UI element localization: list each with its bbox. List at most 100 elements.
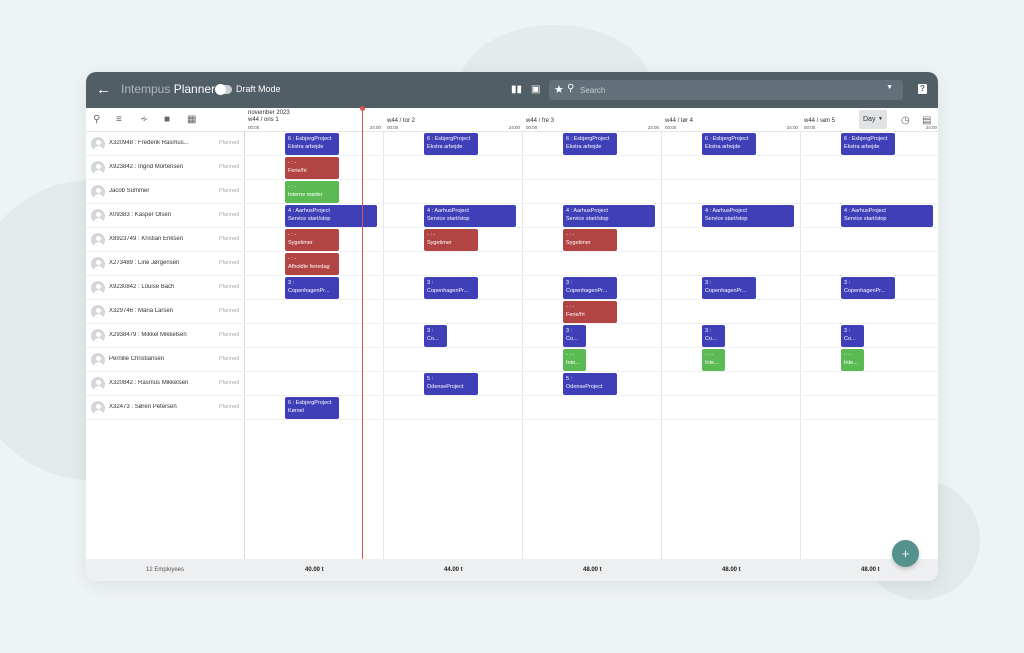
employee-name: X923842 : Ingrid Mortensen	[109, 164, 184, 170]
filter-icon[interactable]: ∻	[140, 114, 148, 126]
list-icon[interactable]: ≡	[116, 114, 122, 126]
avatar-icon	[91, 401, 105, 415]
shift-project: - : -	[288, 232, 297, 238]
chevron-down-icon[interactable]: ▼	[886, 84, 893, 91]
day-start-time: 00:00	[248, 125, 260, 130]
shift-block[interactable]: 3 : CopenhagenPr...	[285, 277, 339, 299]
shift-activity: Ekstra arbejde	[427, 144, 463, 150]
top-bar: ← Intempus Planner Draft Mode ▮▮ ▣ ★ ⚲ ▼…	[86, 72, 938, 108]
shift-block[interactable]: 6 : EsbjergProject Ekstra arbejde	[563, 133, 617, 155]
schedule-grid: X320948 : Frederik Rasmus... Planned X9238…	[86, 132, 938, 559]
shift-block[interactable]: - : - Interne møder	[285, 181, 339, 203]
shift-block[interactable]: 6 : EsbjergProject Kørsel	[285, 397, 339, 419]
shift-project: - : -	[427, 232, 436, 238]
day-start-time: 00:00	[387, 125, 399, 130]
shift-block[interactable]: 6 : EsbjergProject Ekstra arbejde	[285, 133, 339, 155]
employee-row[interactable]: X923842 : Ingrid Mortensen Planned	[86, 156, 938, 180]
help-icon[interactable]: ?	[918, 84, 927, 94]
search-bar[interactable]: ★ ⚲ ▼	[549, 80, 903, 100]
employee-row[interactable]: Jacob Summer Planned	[86, 180, 938, 204]
shift-block[interactable]: - : - Ferie/fri	[285, 157, 339, 179]
avatar-icon	[91, 137, 105, 151]
shift-block[interactable]: 3 : CopenhagenPr...	[563, 277, 617, 299]
employee-row[interactable]: X9230842 : Louise Bach Planned	[86, 276, 938, 300]
shift-block[interactable]: 3 : Co...	[702, 325, 725, 347]
employee-row[interactable]: X320948 : Frederik Rasmus... Planned	[86, 132, 938, 156]
back-arrow-icon[interactable]: ←	[96, 81, 111, 99]
calendar-icon[interactable]: ▦	[187, 114, 196, 126]
shift-block[interactable]: 3 : Co...	[841, 325, 864, 347]
shift-activity: Ekstra arbejde	[566, 144, 602, 150]
employee-name: X09383 : Kasper Olsen	[109, 212, 172, 218]
search-icon: ⚲	[567, 83, 575, 94]
shift-block[interactable]: 6 : EsbjergProject Ekstra arbejde	[424, 133, 478, 155]
shift-activity: Inte...	[844, 360, 858, 366]
shift-project: 5 :	[566, 376, 573, 382]
avatar-icon	[91, 209, 105, 223]
shift-project: 3 :	[566, 280, 573, 286]
avatar-icon	[91, 329, 105, 343]
clock-icon[interactable]: ◷	[901, 115, 910, 127]
employee-row[interactable]: X2938479 : Mikkel Mikkelsen Planned	[86, 324, 938, 348]
employee-status: Planned	[219, 356, 240, 362]
employee-row[interactable]: Pernille Christiansen Planned	[86, 348, 938, 372]
day-total-hours: 48.00 t	[722, 567, 741, 573]
shift-block[interactable]: 4 : AarhusProject Service start/stop	[285, 205, 377, 227]
shift-block[interactable]: 4 : AarhusProject Service start/stop	[563, 205, 655, 227]
shift-activity: Co...	[844, 336, 856, 342]
shift-block[interactable]: 3 : CopenhagenPr...	[424, 277, 478, 299]
shift-activity: Inte...	[566, 360, 580, 366]
employee-row[interactable]: X8923749 : Kristian Eriksen Planned	[86, 228, 938, 252]
shift-block[interactable]: - : - Sygetimer	[285, 229, 339, 251]
employee-row[interactable]: X320842 : Rasmus Mikkelsen Planned	[86, 372, 938, 396]
shift-block[interactable]: - : - Inte...	[563, 349, 586, 371]
employee-row[interactable]: X32473 : Søren Petersen Planned	[86, 396, 938, 420]
star-icon[interactable]: ★	[554, 83, 564, 96]
day-header: november 2023 w44 / ons 1 00:00 24:00	[245, 108, 384, 132]
employee-status: Planned	[219, 332, 240, 338]
shift-block[interactable]: - : - Sygetimer	[424, 229, 478, 251]
shift-block[interactable]: - : - Inte...	[702, 349, 725, 371]
shift-block[interactable]: 5 : OdenseProject	[563, 373, 617, 395]
shift-block[interactable]: 3 : Co...	[424, 325, 447, 347]
shift-activity: Service start/stop	[427, 216, 470, 222]
shift-project: 4 : AarhusProject	[427, 208, 469, 214]
shift-block[interactable]: 6 : EsbjergProject Ekstra arbejde	[702, 133, 756, 155]
draft-mode-toggle[interactable]	[215, 84, 232, 95]
employee-row[interactable]: X273489 : Line Jørgensen Planned	[86, 252, 938, 276]
shift-block[interactable]: 3 : Co...	[563, 325, 586, 347]
shift-block[interactable]: 3 : CopenhagenPr...	[841, 277, 895, 299]
shift-block[interactable]: 3 : CopenhagenPr...	[702, 277, 756, 299]
shift-block[interactable]: - : - Inte...	[841, 349, 864, 371]
employee-row[interactable]: X329746 : Maria Larsen Planned	[86, 300, 938, 324]
add-button[interactable]: +	[892, 540, 919, 567]
folder-icon[interactable]: ■	[164, 114, 170, 126]
bookmark-icon[interactable]: ▣	[531, 84, 540, 95]
search-input[interactable]	[580, 83, 860, 97]
shift-block[interactable]: 4 : AarhusProject Service start/stop	[424, 205, 516, 227]
folder-icon[interactable]: ▤	[922, 115, 931, 127]
shift-block[interactable]: 6 : EsbjergProject Ekstra arbejde	[841, 133, 895, 155]
shift-block[interactable]: 5 : OdenseProject	[424, 373, 478, 395]
columns-icon[interactable]: ▮▮	[511, 84, 522, 95]
search-icon[interactable]: ⚲	[93, 114, 100, 126]
shift-block[interactable]: 4 : AarhusProject Service start/stop	[841, 205, 933, 227]
shift-block[interactable]: - : - Afholdte feriedag	[285, 253, 339, 275]
shift-activity: CopenhagenPr...	[427, 288, 469, 294]
shift-project: - : -	[288, 160, 297, 166]
shift-activity: CopenhagenPr...	[288, 288, 330, 294]
shift-activity: Co...	[705, 336, 717, 342]
employee-name: X32473 : Søren Petersen	[109, 404, 177, 410]
app-title-light: Intempus	[121, 82, 171, 96]
view-select[interactable]: Day ▼	[859, 110, 887, 129]
shift-activity: Ferie/fri	[566, 312, 585, 318]
shift-block[interactable]: - : - Sygetimer	[563, 229, 617, 251]
shift-block[interactable]: 4 : AarhusProject Service start/stop	[702, 205, 794, 227]
employee-status: Planned	[219, 404, 240, 410]
shift-block[interactable]: - : - Ferie/fri	[563, 301, 617, 323]
shift-project: 4 : AarhusProject	[844, 208, 886, 214]
shift-project: 6 : EsbjergProject	[844, 136, 888, 142]
shift-project: 3 :	[705, 280, 712, 286]
week-day-label: w44 / søn 5	[804, 118, 836, 124]
shift-activity: Sygetimer	[288, 240, 313, 246]
